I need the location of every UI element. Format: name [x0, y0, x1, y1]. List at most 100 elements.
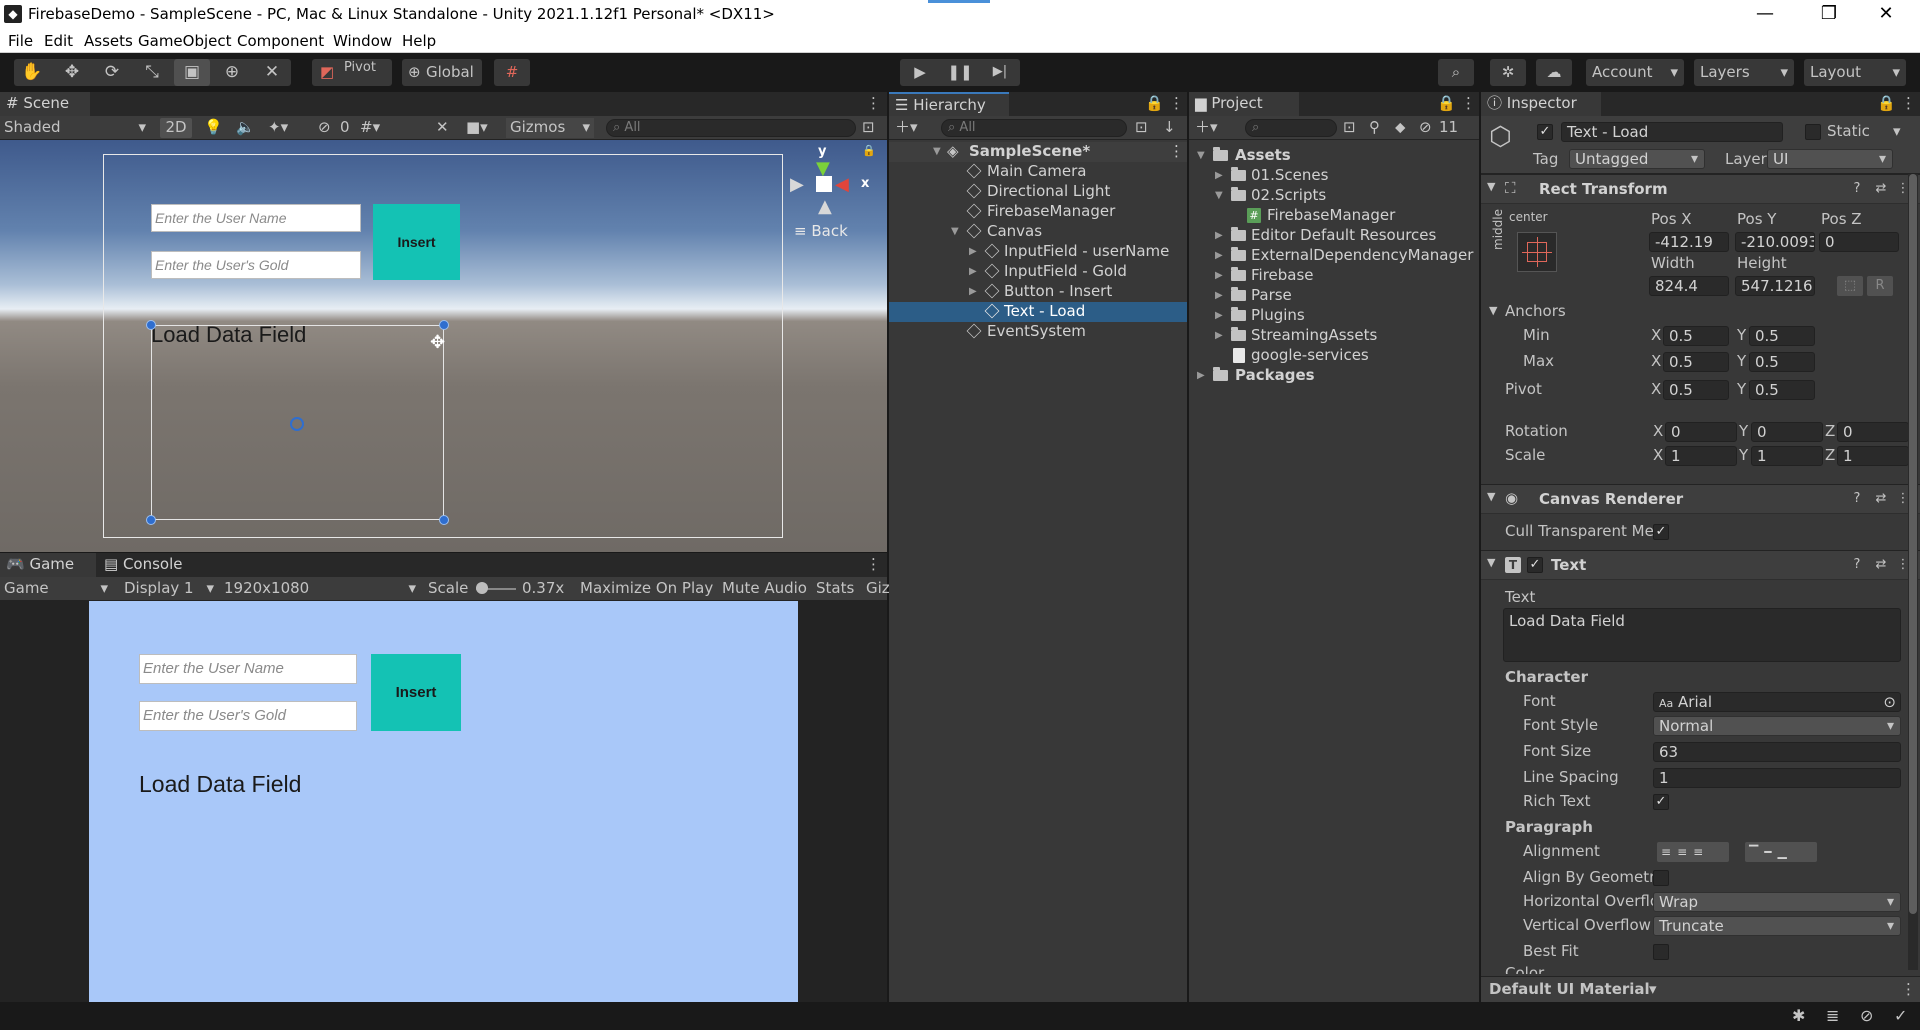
more-options-icon[interactable]: ⋮	[866, 555, 881, 573]
rect-handle-tr[interactable]	[439, 320, 449, 330]
account-dropdown[interactable]: Account ▾	[1586, 59, 1684, 86]
object-name-field[interactable]: Text - Load	[1561, 122, 1783, 142]
search-by-label-icon[interactable]: ⚲	[1369, 118, 1380, 138]
stats-toggle[interactable]: Stats	[816, 579, 854, 599]
project-item-google-services[interactable]: google-services	[1189, 346, 1479, 366]
debug-icon[interactable]: ✱	[1792, 1006, 1805, 1025]
project-item-firebase[interactable]: ▶ Firebase	[1189, 266, 1479, 286]
align-middle-icon[interactable]: ━	[1764, 845, 1777, 859]
align-by-geometry-checkbox[interactable]	[1653, 870, 1669, 886]
hierarchy-item-firebasemanager[interactable]: FirebaseManager	[889, 202, 1187, 222]
menu-file[interactable]: File	[8, 32, 33, 50]
expand-arrow-icon[interactable]: ▶	[1215, 246, 1223, 265]
scale-slider-thumb[interactable]	[476, 582, 488, 594]
project-item-parse[interactable]: ▶ Parse	[1189, 286, 1479, 306]
cloud-icon[interactable]: ☁	[1536, 59, 1572, 86]
blueprint-mode-button[interactable]: ⬚	[1837, 276, 1863, 296]
effects-icon[interactable]: ✦▾	[268, 118, 288, 138]
project-item-externaldependencymanager[interactable]: ▶ ExternalDependencyManager	[1189, 246, 1479, 266]
menu-component[interactable]: Component	[237, 32, 324, 50]
expand-arrow-icon[interactable]: ▶	[1197, 366, 1205, 385]
services-icon[interactable]: ✲	[1490, 59, 1526, 86]
align-bottom-icon[interactable]: ▁	[1777, 845, 1792, 859]
hierarchy-item-eventsystem[interactable]: EventSystem	[889, 322, 1187, 342]
align-center-icon[interactable]: ≡	[1677, 845, 1693, 859]
layers-stack-icon[interactable]: ≣	[1826, 1006, 1839, 1025]
static-checkbox[interactable]	[1805, 124, 1821, 140]
expand-arrow-icon[interactable]: ▶	[1215, 226, 1223, 245]
hierarchy-item-main-camera[interactable]: Main Camera	[889, 162, 1187, 182]
canvas-renderer-header[interactable]: ▼ ◉ Canvas Renderer ? ⇄ ⋮	[1481, 484, 1920, 514]
collapse-arrow-icon[interactable]: ▼	[1487, 180, 1495, 193]
expand-arrow-icon[interactable]: ▶	[1215, 166, 1223, 185]
expand-arrow-icon[interactable]: ▼	[933, 142, 941, 161]
rotation-z-field[interactable]: 0	[1837, 422, 1909, 442]
rotation-y-field[interactable]: 0	[1751, 422, 1823, 442]
material-label[interactable]: Default UI Material	[1489, 980, 1650, 998]
layers-dropdown[interactable]: Layers ▾	[1694, 59, 1794, 86]
help-icon[interactable]: ?	[1849, 181, 1865, 197]
project-item-firebasemanager-script[interactable]: # FirebaseManager	[1189, 206, 1479, 226]
grid-snap-icon[interactable]: #	[494, 59, 530, 86]
status-check-icon[interactable]: ✓	[1894, 1006, 1907, 1025]
hierarchy-item-directional-light[interactable]: Directional Light	[889, 182, 1187, 202]
cull-transparent-checkbox[interactable]: ✓	[1653, 524, 1669, 540]
game-view-dropdown[interactable]: Game ▾	[4, 579, 110, 599]
anchor-min-y-field[interactable]: 0.5	[1749, 326, 1815, 346]
best-fit-checkbox[interactable]	[1653, 944, 1669, 960]
scale-y-field[interactable]: 1	[1751, 446, 1823, 466]
step-icon[interactable]: ▶|	[982, 59, 1018, 86]
hierarchy-scene-row[interactable]: ▼ ◈ SampleScene* ⋮	[889, 142, 1187, 162]
pos-y-field[interactable]: -210.0093	[1735, 232, 1815, 252]
menu-gameobject[interactable]: GameObject	[138, 32, 232, 50]
scene-viewport[interactable]: Enter the User Name Enter the User's Gol…	[0, 140, 887, 552]
anchor-presets-button[interactable]	[1517, 232, 1557, 272]
pivot-x-field[interactable]: 0.5	[1663, 380, 1729, 400]
project-item-packages[interactable]: ▶ Packages	[1189, 366, 1479, 386]
scale-x-field[interactable]: 1	[1665, 446, 1737, 466]
hierarchy-search-input[interactable]: ⌕ All	[941, 119, 1127, 137]
favorite-icon[interactable]: ⬥	[1395, 118, 1406, 138]
lock-icon[interactable]: 🔒	[1437, 94, 1456, 112]
anchor-icon[interactable]: ✥	[430, 332, 445, 353]
close-button[interactable]: ✕	[1857, 0, 1915, 29]
hidden-objects-icon[interactable]: ⊘	[318, 118, 331, 138]
mute-audio-toggle[interactable]: Mute Audio	[722, 579, 807, 599]
scene-visibility-icon[interactable]: ⊡	[1135, 118, 1148, 138]
align-left-icon[interactable]: ≡	[1661, 845, 1677, 859]
collapse-arrow-icon[interactable]: ▼	[1487, 490, 1495, 503]
object-picker-icon[interactable]: ⊙	[1883, 693, 1896, 711]
horizontal-overflow-dropdown[interactable]: Wrap	[1653, 892, 1901, 912]
minimize-button[interactable]: —	[1736, 0, 1794, 29]
game-viewport[interactable]: Enter the User Name Enter the User's Gol…	[0, 601, 887, 1002]
menu-help[interactable]: Help	[402, 32, 436, 50]
rich-text-checkbox[interactable]: ✓	[1653, 794, 1669, 810]
anchor-min-x-field[interactable]: 0.5	[1663, 326, 1729, 346]
rotate-tool-icon[interactable]: ⟳	[94, 59, 130, 86]
game-username-input[interactable]: Enter the User Name	[139, 654, 357, 684]
hierarchy-item-button-insert[interactable]: ▶ Button - Insert	[889, 282, 1187, 302]
auto-generate-lighting-icon[interactable]: ⊘	[1860, 1006, 1873, 1025]
more-options-icon[interactable]: ⋮	[1461, 94, 1476, 112]
menu-window[interactable]: Window	[333, 32, 392, 50]
expand-arrow-icon[interactable]: ▼	[1215, 186, 1223, 205]
expand-arrow-icon[interactable]: ▶	[969, 282, 977, 301]
material-menu-icon[interactable]: ⋮	[1901, 980, 1916, 998]
scene-orientation-gizmo[interactable]: y ▼ ▶ ◀ x ▲ ≡ Back 🔒	[780, 140, 887, 250]
pivot-y-field[interactable]: 0.5	[1749, 380, 1815, 400]
camera-icon[interactable]: ■▾	[466, 118, 488, 138]
play-icon[interactable]: ▶	[902, 59, 938, 86]
horizontal-alignment-group[interactable]: ≡≡≡	[1657, 842, 1729, 862]
project-item-01-scenes[interactable]: ▶ 01.Scenes	[1189, 166, 1479, 186]
chevron-down-icon[interactable]: ▾	[1649, 980, 1657, 998]
expand-arrow-icon[interactable]: ▶	[1215, 326, 1223, 345]
anchor-max-y-field[interactable]: 0.5	[1749, 352, 1815, 372]
search-icon[interactable]: ⌕	[1438, 59, 1474, 86]
scene-insert-button[interactable]: Insert	[373, 204, 460, 280]
resolution-dropdown[interactable]: 1920x1080 ▾	[224, 579, 418, 599]
expand-arrow-icon[interactable]: ▶	[1215, 306, 1223, 325]
grid-icon[interactable]: #▾	[360, 118, 380, 138]
display-dropdown[interactable]: Display 1 ▾	[124, 579, 216, 599]
layer-dropdown[interactable]: UI	[1767, 149, 1893, 169]
project-search-input[interactable]: ⌕	[1245, 119, 1337, 137]
